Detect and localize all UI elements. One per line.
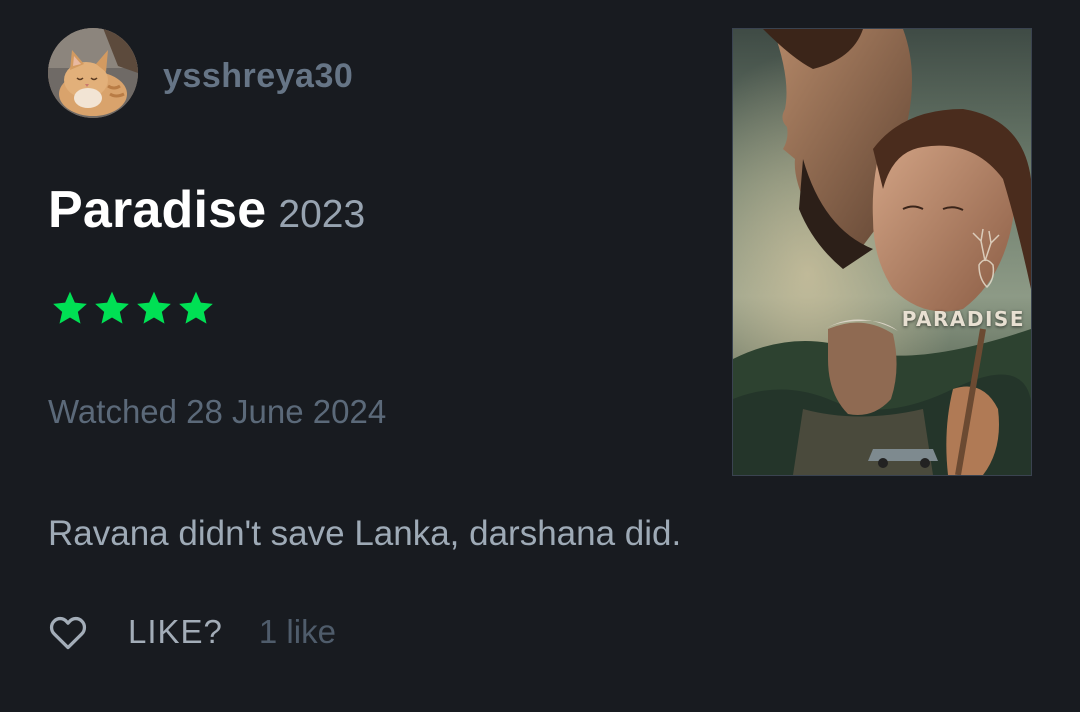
like-count[interactable]: 1 like — [259, 613, 336, 651]
star-icon — [50, 288, 90, 328]
star-icon — [92, 288, 132, 328]
film-poster[interactable]: PARADISE — [732, 28, 1032, 476]
watched-date: Watched 28 June 2024 — [48, 393, 387, 430]
like-button[interactable]: LIKE? — [128, 613, 223, 651]
star-icon — [134, 288, 174, 328]
film-year[interactable]: 2023 — [278, 193, 365, 236]
like-row: LIKE? 1 like — [48, 608, 336, 656]
review-text: Ravana didn't save Lanka, darshana did. — [48, 514, 682, 553]
cat-avatar-icon — [48, 28, 138, 118]
star-rating — [50, 288, 216, 328]
heart-outline-icon[interactable] — [48, 612, 88, 652]
poster-title-text: PARADISE — [901, 307, 1025, 331]
username[interactable]: ysshreya30 — [163, 56, 353, 96]
star-icon — [176, 288, 216, 328]
film-title[interactable]: Paradise — [48, 181, 266, 239]
poster-artwork — [733, 29, 1031, 475]
film-heading: Paradise 2023 — [48, 180, 365, 253]
avatar[interactable] — [48, 28, 138, 118]
